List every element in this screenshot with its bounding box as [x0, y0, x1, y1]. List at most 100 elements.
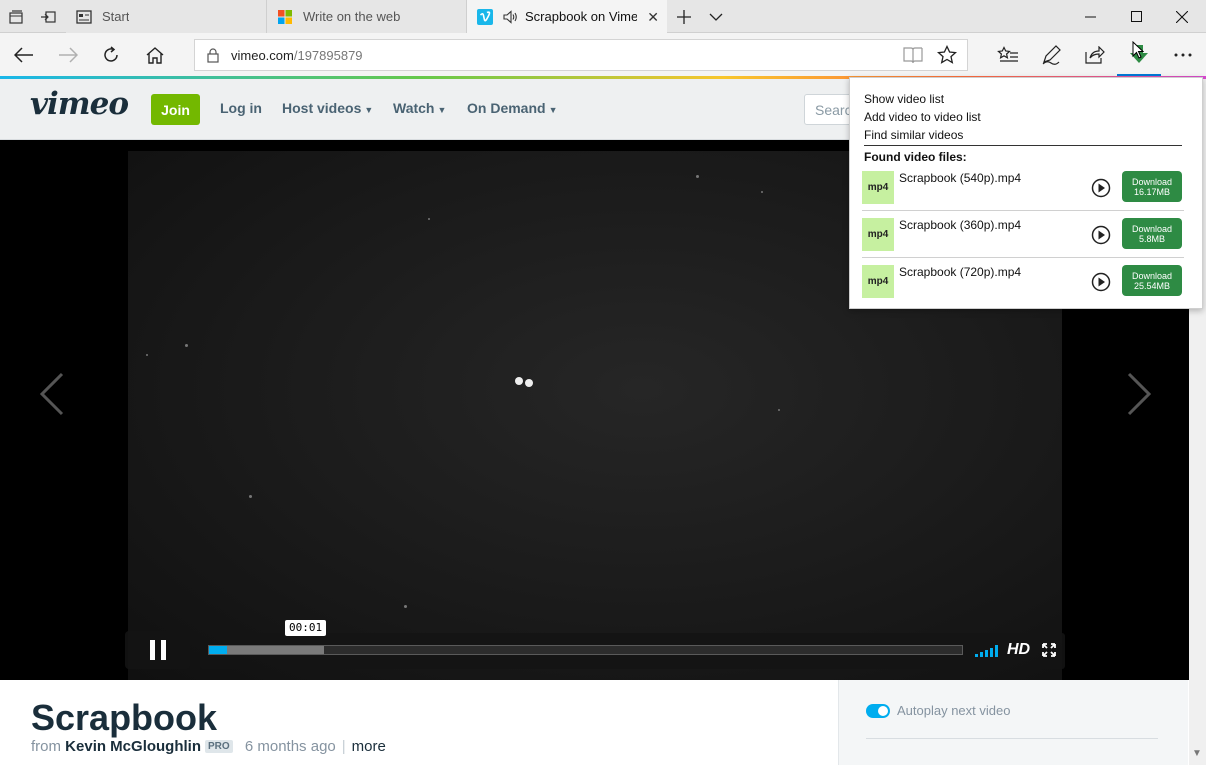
video-title: Scrapbook: [31, 697, 218, 738]
tab-label: Start: [102, 9, 130, 24]
chevron-down-icon: ▼: [548, 105, 558, 115]
refresh-icon: [104, 46, 118, 62]
refresh-button[interactable]: [89, 33, 133, 77]
hub-icon: [997, 46, 1018, 62]
close-tab-icon[interactable]: ✕: [647, 9, 659, 26]
find-similar-videos-link[interactable]: Find similar videos: [864, 128, 963, 142]
start-page-icon: [76, 9, 92, 24]
url-text[interactable]: vimeo.com/197895879: [231, 48, 363, 63]
set-aside-icon: [41, 10, 56, 23]
nav-host-videos[interactable]: Host videos ▼: [282, 100, 373, 116]
video-light-dot: [525, 379, 533, 387]
progress-bar[interactable]: [208, 645, 963, 655]
video-speck: [146, 354, 148, 356]
time-tooltip: 00:01: [285, 620, 327, 636]
player-controls: 00:01 HD: [125, 620, 1065, 669]
file-size: 5.8MB: [1138, 233, 1165, 244]
divider: [864, 145, 1182, 146]
scroll-down-icon[interactable]: ▼: [1192, 748, 1202, 759]
url-host: vimeo.com: [231, 47, 294, 63]
add-to-favorites-icon[interactable]: [936, 44, 958, 70]
join-button[interactable]: Join: [151, 94, 200, 125]
tab-manager-button[interactable]: [0, 0, 32, 33]
address-bar[interactable]: vimeo.com/197895879: [194, 39, 968, 71]
video-speck: [761, 191, 763, 193]
author-link[interactable]: Kevin McGloughlin: [65, 738, 201, 755]
divider: [866, 738, 1158, 739]
vimeo-logo[interactable]: vimeo: [30, 86, 129, 122]
from-label: from: [31, 738, 61, 755]
lock-icon[interactable]: [195, 47, 231, 63]
volume-icon[interactable]: [975, 645, 999, 657]
autoplay-toggle[interactable]: [866, 704, 890, 718]
arrow-right-icon: [59, 47, 78, 63]
file-row: mp4 Scrapbook (360p).mp4 Download 5.8MB: [862, 212, 1184, 258]
reading-view-icon[interactable]: [903, 46, 923, 69]
pause-button[interactable]: [125, 631, 190, 669]
download-button[interactable]: Download 25.54MB: [1122, 265, 1182, 296]
tab-manager-icon: [9, 9, 23, 24]
chevron-down-icon: ▼: [437, 105, 447, 115]
video-speck: [696, 175, 699, 178]
video-speck: [428, 218, 430, 220]
tab-scrapbook-on-vimeo[interactable]: Scrapbook on Vime ✕: [467, 0, 667, 33]
more-link[interactable]: more: [352, 738, 386, 755]
share-icon: [1085, 46, 1105, 64]
nav-label: Host videos: [282, 100, 362, 116]
download-button[interactable]: Download 16.17MB: [1122, 171, 1182, 202]
file-size: 25.54MB: [1133, 280, 1171, 291]
mouse-cursor-icon: [1132, 41, 1144, 59]
file-row: mp4 Scrapbook (720p).mp4 Download 25.54MB: [862, 259, 1184, 305]
play-circle-icon[interactable]: [1091, 225, 1111, 245]
tab-label: Scrapbook on Vime: [525, 9, 637, 24]
fullscreen-icon[interactable]: [1042, 643, 1056, 657]
play-circle-icon[interactable]: [1091, 178, 1111, 198]
audio-playing-icon[interactable]: [503, 9, 519, 24]
tab-previews-button[interactable]: [700, 0, 732, 33]
nav-label: Watch: [393, 100, 435, 116]
file-name: Scrapbook (360p).mp4: [899, 218, 1022, 232]
video-downloader-extension-button[interactable]: [1117, 33, 1161, 77]
play-circle-icon[interactable]: [1091, 272, 1111, 292]
download-label: Download: [1131, 176, 1173, 187]
next-video-arrow-icon[interactable]: [1127, 372, 1153, 416]
hd-toggle[interactable]: HD: [1007, 641, 1030, 659]
video-downloader-popup: Show video list Add video to video list …: [849, 77, 1203, 309]
download-button[interactable]: Download 5.8MB: [1122, 218, 1182, 249]
home-icon: [146, 46, 164, 64]
close-window-button[interactable]: [1159, 0, 1205, 33]
minimize-button[interactable]: [1067, 0, 1113, 33]
forward-button[interactable]: [46, 33, 90, 77]
upload-age: 6 months ago: [244, 738, 336, 755]
video-speck: [249, 495, 252, 498]
nav-on-demand[interactable]: On Demand ▼: [467, 100, 558, 116]
back-button[interactable]: [2, 33, 46, 77]
tab-start[interactable]: Start: [66, 0, 267, 33]
previous-video-arrow-icon[interactable]: [38, 372, 64, 416]
file-row: mp4 Scrapbook (540p).mp4 Download 16.17MB: [862, 165, 1184, 211]
plus-icon: [677, 9, 691, 24]
chevron-down-icon: ▼: [364, 105, 374, 115]
maximize-button[interactable]: [1113, 0, 1159, 33]
add-to-video-list-link[interactable]: Add video to video list: [864, 110, 981, 124]
video-speck: [185, 344, 188, 347]
video-speck: [778, 409, 780, 411]
nav-watch[interactable]: Watch ▼: [393, 100, 446, 116]
favorites-hub-button[interactable]: [986, 33, 1030, 77]
new-tab-button[interactable]: [668, 0, 700, 33]
web-note-button[interactable]: [1029, 33, 1073, 77]
found-files-header: Found video files:: [864, 150, 967, 164]
login-link[interactable]: Log in: [220, 100, 262, 116]
more-menu-button[interactable]: [1161, 33, 1205, 77]
share-button[interactable]: [1073, 33, 1117, 77]
tab-write-on-the-web[interactable]: Write on the web: [267, 0, 467, 33]
pen-icon: [1042, 45, 1061, 65]
show-video-list-link[interactable]: Show video list: [864, 92, 944, 106]
browser-tab-strip: Start Write on the web Scrapbook on Vime…: [0, 0, 1206, 33]
autoplay-label: Autoplay next video: [897, 703, 1011, 718]
close-icon: [1176, 10, 1188, 23]
home-button[interactable]: [133, 33, 177, 77]
set-tabs-aside-button[interactable]: [32, 0, 64, 33]
minimize-icon: [1084, 16, 1096, 17]
video-byline: from Kevin McGloughlin PRO 6 months ago | m…: [31, 738, 386, 755]
